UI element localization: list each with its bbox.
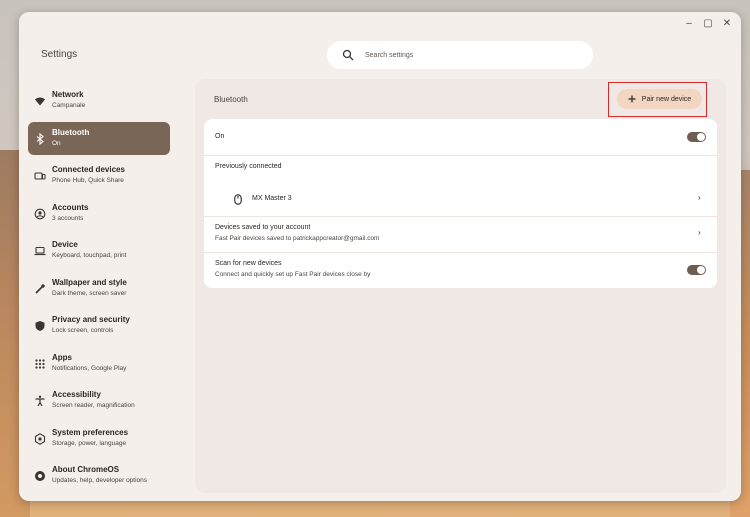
device-row-mx-master-3[interactable]: MX Master 3 › — [204, 182, 717, 216]
settings-window: – ▢ ✕ Settings Search settings Network C… — [19, 12, 741, 501]
sidebar-item-network[interactable]: Network Campanale — [28, 84, 170, 117]
sidebar-item-label: System preferences — [52, 427, 129, 437]
sidebar-item-label: Connected devices — [52, 165, 125, 174]
page-title: Bluetooth — [214, 95, 248, 104]
sidebar-item-sublabel: On — [52, 139, 61, 147]
scan-devices-toggle[interactable] — [687, 265, 706, 275]
mouse-icon — [234, 194, 242, 205]
sidebar-item-sublabel: Campanale — [52, 102, 86, 109]
gear-icon — [34, 432, 46, 445]
laptop-icon — [34, 246, 46, 256]
chevron-right-icon: › — [698, 228, 701, 237]
maximize-button[interactable]: ▢ — [702, 18, 714, 30]
shield-icon — [35, 321, 45, 331]
scan-devices-label: Scan for new devices — [215, 260, 282, 267]
app-title: Settings — [41, 49, 78, 60]
sidebar-nav: Network Campanale Bluetooth On Connected… — [28, 84, 170, 497]
sidebar-item-sublabel: Notifications, Google Play — [52, 364, 127, 372]
sidebar-item-connected-devices[interactable]: Connected devices Phone Hub, Quick Share — [28, 159, 170, 192]
sidebar-item-label: Accessibility — [52, 390, 101, 399]
apps-grid-icon — [35, 358, 45, 369]
accounts-icon — [34, 208, 46, 219]
search-bar[interactable]: Search settings — [327, 41, 593, 69]
chevron-right-icon: › — [698, 193, 701, 202]
bluetooth-page: Bluetooth Pair new device On Previously … — [195, 79, 726, 493]
bluetooth-on-label: On — [215, 133, 225, 140]
previously-connected-section: Previously connected — [204, 156, 717, 182]
sidebar-item-sublabel: Storage, power, language — [52, 439, 127, 447]
bluetooth-settings-card: On Previously connected MX Master 3 › De… — [204, 119, 717, 288]
device-name: MX Master 3 — [252, 195, 292, 202]
sidebar-item-label: Bluetooth — [52, 127, 90, 137]
wifi-icon — [35, 97, 45, 106]
sidebar-item-label: Device — [52, 240, 78, 249]
accessibility-icon — [35, 395, 45, 407]
sidebar-item-system[interactable]: System preferences Storage, power, langu… — [28, 422, 170, 455]
sidebar-item-sublabel: 3 accounts — [52, 214, 84, 222]
sidebar-item-label: About ChromeOS — [52, 465, 120, 474]
sidebar-item-device[interactable]: Device Keyboard, touchpad, print — [28, 234, 170, 267]
search-icon — [342, 49, 354, 61]
close-button[interactable]: ✕ — [721, 18, 733, 30]
saved-devices-sublabel: Fast Pair devices saved to patrickappcre… — [215, 235, 380, 242]
sidebar-item-apps[interactable]: Apps Notifications, Google Play — [28, 347, 170, 380]
section-header: Previously connected — [215, 163, 282, 170]
scan-devices-sublabel: Connect and quickly set up Fast Pair dev… — [215, 271, 371, 278]
search-input[interactable]: Search settings — [365, 52, 413, 59]
title-bar: – ▢ ✕ — [19, 12, 741, 36]
minimize-button[interactable]: – — [683, 18, 695, 30]
sidebar-item-sublabel: Updates, help, developer options — [52, 477, 148, 484]
sidebar-item-sublabel: Keyboard, touchpad, print — [52, 252, 127, 259]
bluetooth-toggle[interactable] — [687, 132, 706, 142]
sidebar-item-sublabel: Phone Hub, Quick Share — [52, 177, 124, 184]
saved-devices-label: Devices saved to your account — [215, 224, 311, 231]
chromeos-icon — [35, 471, 45, 481]
sidebar-item-label: Apps — [52, 352, 72, 362]
sidebar-item-privacy[interactable]: Privacy and security Lock screen, contro… — [28, 309, 170, 342]
sidebar-item-about[interactable]: About ChromeOS Updates, help, developer … — [28, 459, 170, 492]
sidebar-item-accessibility[interactable]: Accessibility Screen reader, magnificati… — [28, 384, 170, 417]
sidebar-item-sublabel: Screen reader, magnification — [52, 402, 135, 409]
sidebar-item-label: Accounts — [52, 202, 89, 212]
connected-devices-icon — [34, 172, 46, 180]
paintbrush-icon — [35, 283, 46, 294]
sidebar-item-label: Network — [52, 90, 84, 99]
bluetooth-on-row[interactable]: On — [204, 119, 717, 155]
sidebar-item-accounts[interactable]: Accounts 3 accounts — [28, 197, 170, 230]
scan-devices-row[interactable]: Scan for new devices Connect and quickly… — [204, 253, 717, 288]
highlight-box — [608, 82, 707, 117]
sidebar-item-label: Wallpaper and style — [52, 277, 127, 287]
bluetooth-icon — [36, 132, 44, 145]
sidebar-item-bluetooth[interactable]: Bluetooth On — [28, 121, 170, 155]
sidebar-item-label: Privacy and security — [52, 315, 130, 324]
sidebar-item-sublabel: Lock screen, controls — [52, 327, 114, 334]
sidebar-item-wallpaper[interactable]: Wallpaper and style Dark theme, screen s… — [28, 272, 170, 305]
saved-devices-row[interactable]: Devices saved to your account Fast Pair … — [204, 217, 717, 252]
sidebar-item-sublabel: Dark theme, screen saver — [52, 289, 127, 297]
